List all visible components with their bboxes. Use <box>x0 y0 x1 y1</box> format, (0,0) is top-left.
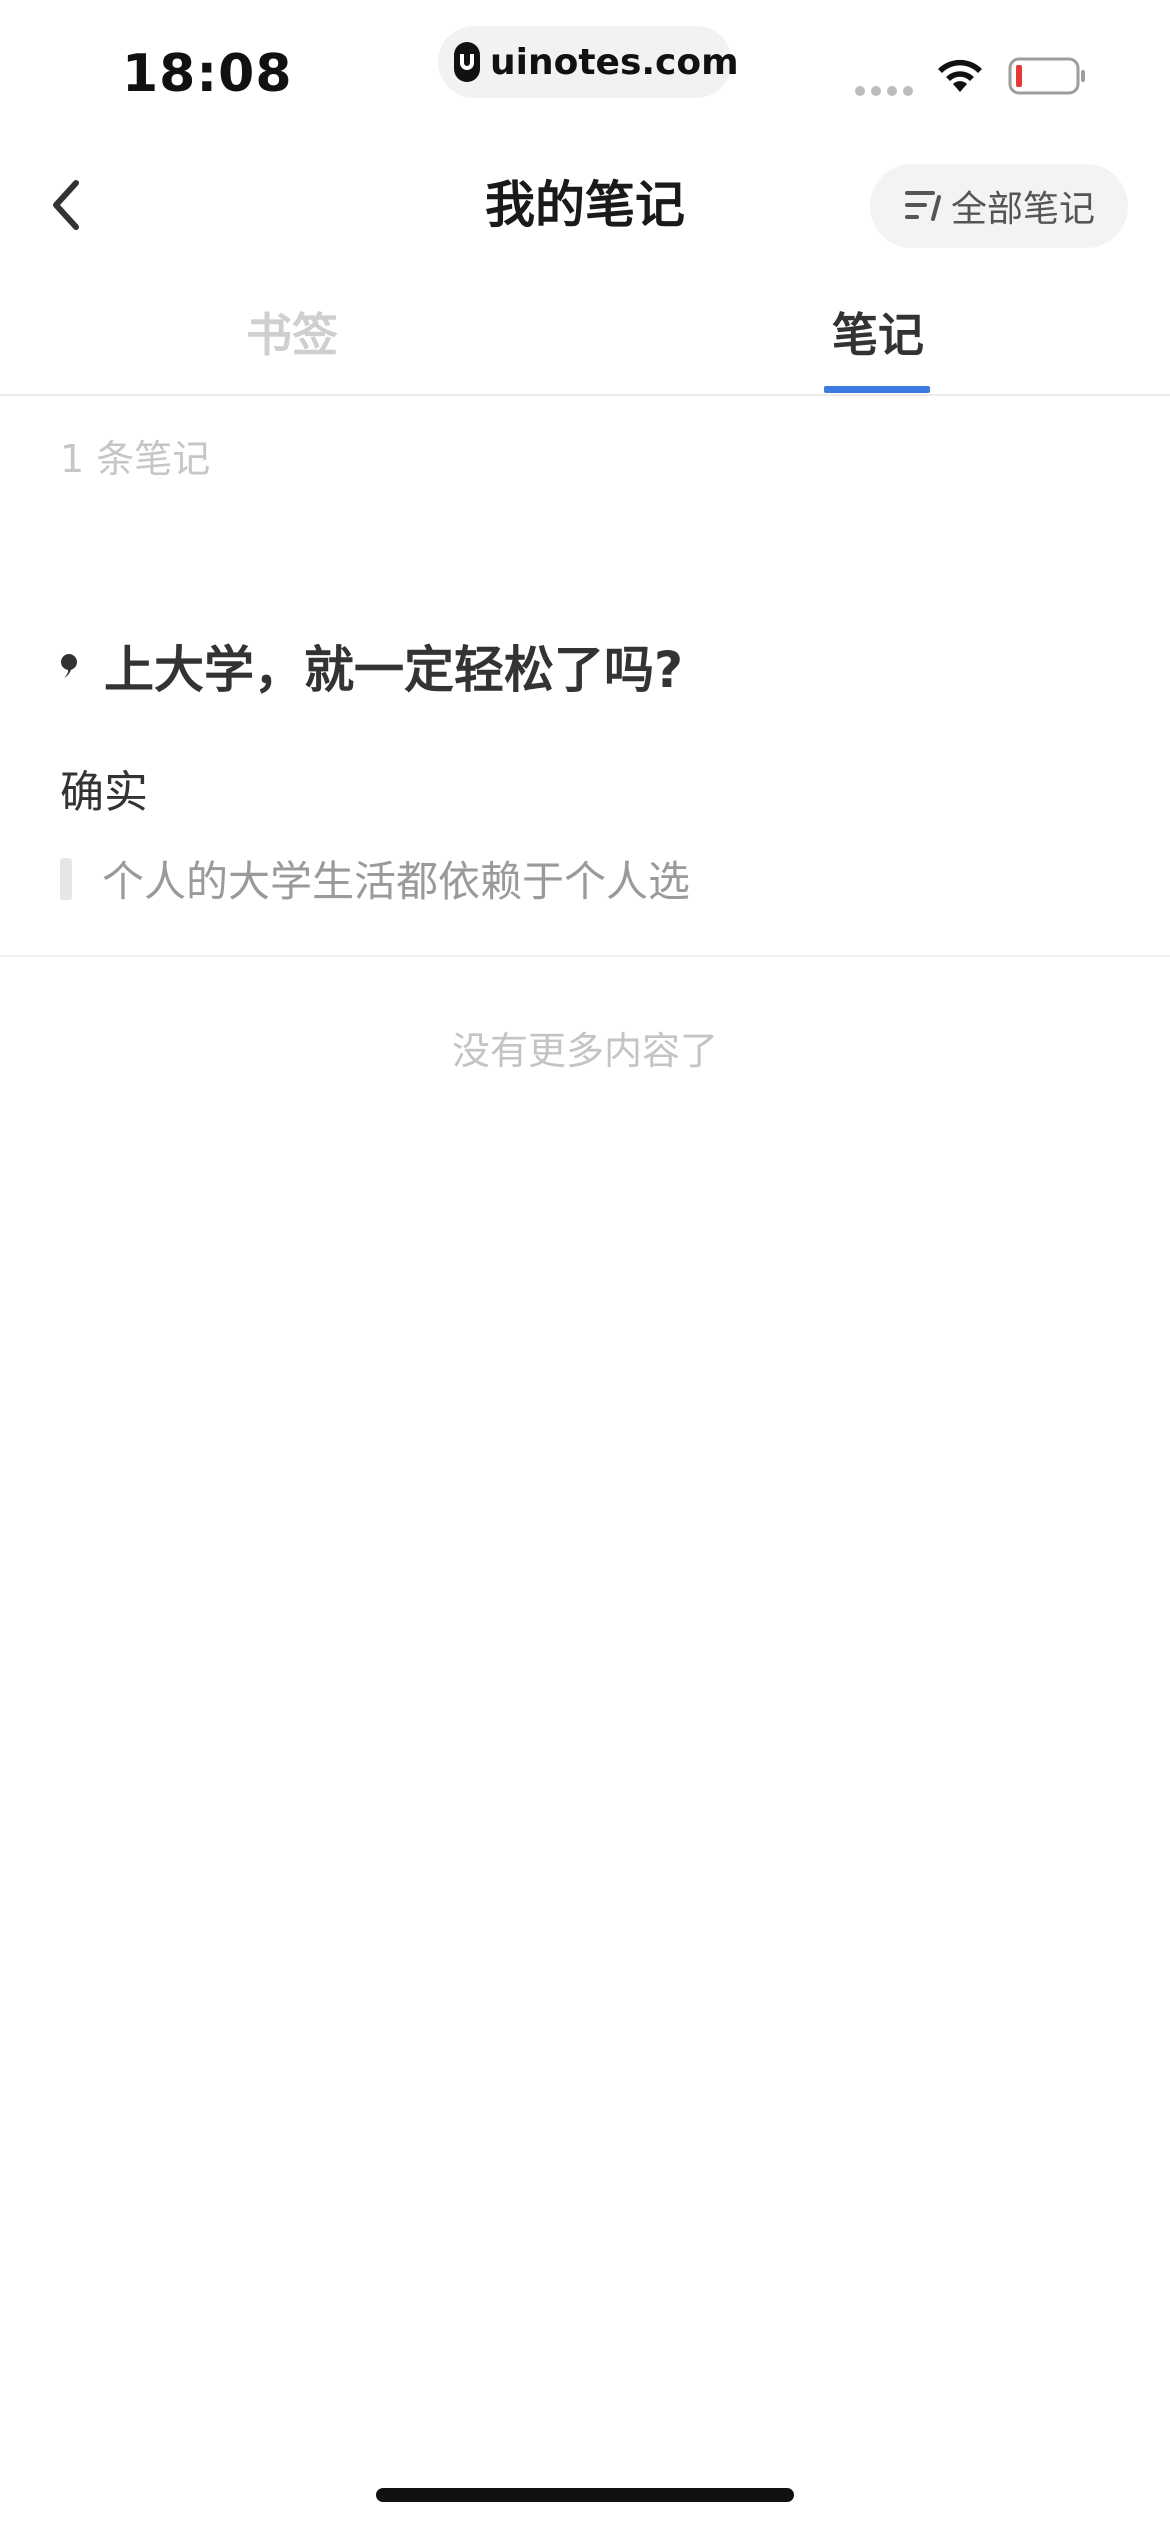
wifi-icon <box>938 59 982 92</box>
signal-icon <box>855 86 913 96</box>
note-text[interactable]: 确实 <box>60 756 148 820</box>
status-time: 18:08 <box>122 44 293 104</box>
status-bar: 18:08 uinotes.com <box>0 0 1170 150</box>
quote-excerpt[interactable]: 个人的大学生活都依赖于个人选 <box>60 848 690 909</box>
filter-list-icon <box>904 191 941 221</box>
filter-label: 全部笔记 <box>950 189 1095 230</box>
url-pill[interactable]: uinotes.com <box>438 26 739 98</box>
notes-page: 18:08 uinotes.com 我的笔记 全部笔记 书签 笔记 1 条笔记 … <box>0 0 1170 2532</box>
bullet-icon <box>61 654 77 678</box>
home-indicator[interactable] <box>376 2488 794 2502</box>
uinotes-logo-icon <box>454 42 480 82</box>
quote-text: 个人的大学生活都依赖于个人选 <box>102 857 691 906</box>
divider <box>0 955 1170 957</box>
tab-bookmarks[interactable]: 书签 <box>246 290 338 394</box>
tab-notes[interactable]: 笔记 <box>832 290 924 394</box>
url-text: uinotes.com <box>490 41 739 83</box>
tab-bar: 书签 笔记 <box>0 290 1170 396</box>
battery-icon <box>1008 57 1085 95</box>
active-tab-indicator <box>824 386 930 393</box>
note-count: 1 条笔记 <box>60 437 211 481</box>
end-of-list-label: 没有更多内容了 <box>451 1029 718 1073</box>
all-notes-filter-button[interactable]: 全部笔记 <box>870 164 1128 248</box>
quote-bar <box>60 857 72 900</box>
chapter-heading[interactable]: 上大学，就一定轻松了吗? <box>60 630 683 702</box>
chapter-title: 上大学，就一定轻松了吗? <box>104 641 684 699</box>
